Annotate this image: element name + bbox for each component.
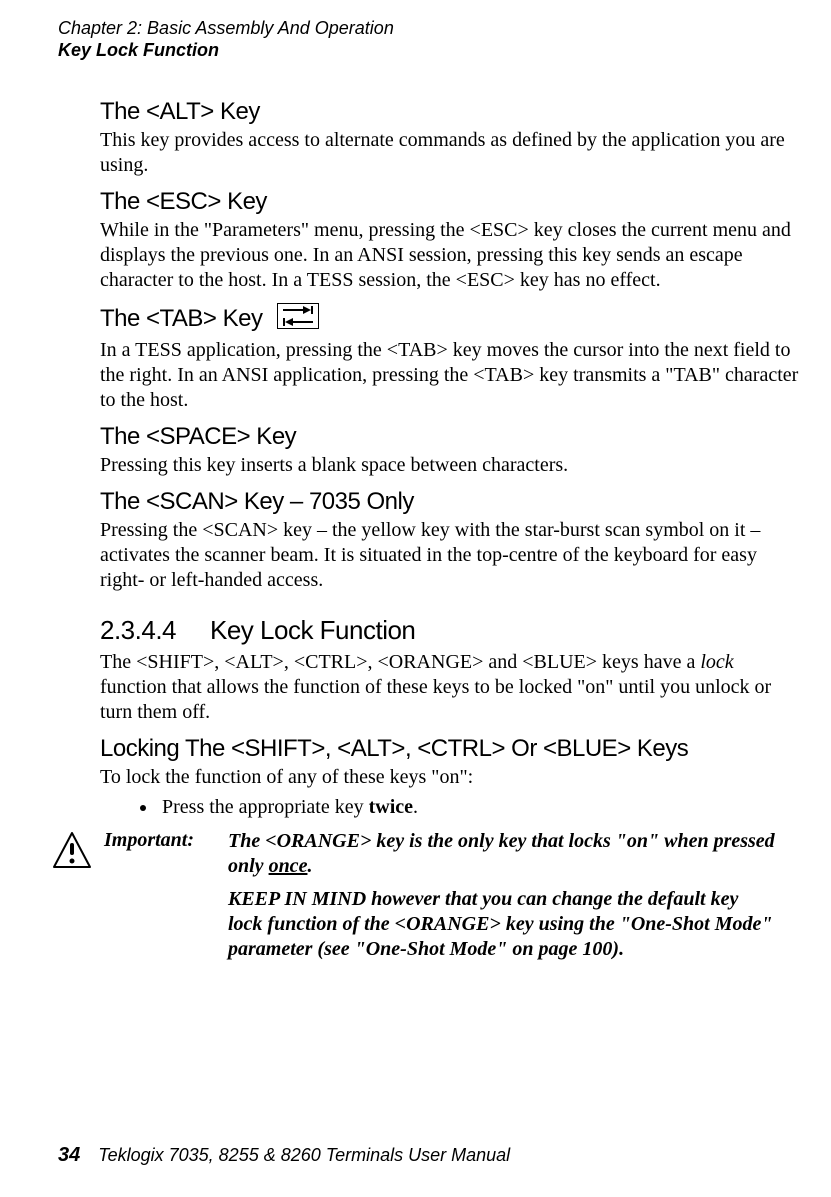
important-note: Important:The <ORANGE> key is the only k… [52, 829, 800, 962]
important-line1-post: . [307, 855, 312, 877]
bullet-pre: Press the appropriate key [162, 796, 369, 818]
keylock-body-italic: lock [700, 651, 733, 673]
keylock-body-post: function that allows the function of the… [100, 676, 771, 723]
body-locking: To lock the function of any of these key… [100, 765, 800, 790]
content-area: The <ALT> Key This key provides access t… [100, 90, 800, 962]
section-title: Key Lock Function [210, 615, 415, 645]
page-number: 34 [58, 1144, 80, 1166]
footer: 34 Teklogix 7035, 8255 & 8260 Terminals U… [58, 1144, 510, 1167]
header-section: Key Lock Function [58, 40, 394, 62]
heading-key-lock-function: 2.3.4.4Key Lock Function [100, 615, 800, 646]
header-chapter: Chapter 2: Basic Assembly And Operation [58, 18, 394, 40]
body-tab-key: In a TESS application, pressing the <TAB… [100, 338, 800, 413]
important-text-1: The <ORANGE> key is the only key that lo… [228, 829, 776, 879]
manual-title: Teklogix 7035, 8255 & 8260 Terminals Use… [98, 1145, 510, 1165]
body-scan-key: Pressing the <SCAN> key – the yellow key… [100, 518, 800, 593]
important-block: Important:The <ORANGE> key is the only k… [104, 829, 800, 962]
heading-scan-key: The <SCAN> Key – 7035 Only [100, 488, 800, 516]
heading-esc-key: The <ESC> Key [100, 188, 800, 216]
keylock-body-pre: The <SHIFT>, <ALT>, <CTRL>, <ORANGE> and… [100, 651, 700, 673]
heading-space-key: The <SPACE> Key [100, 423, 800, 451]
heading-locking-keys: Locking The <SHIFT>, <ALT>, <CTRL> Or <B… [100, 735, 800, 763]
bullet-item: Press the appropriate key twice. [158, 796, 800, 819]
heading-alt-key: The <ALT> Key [100, 98, 800, 126]
heading-tab-key-text: The <TAB> Key [100, 305, 262, 332]
important-line1-under: once [269, 855, 308, 877]
warning-icon [52, 831, 104, 876]
heading-tab-key: The <TAB> Key [100, 303, 800, 336]
bullet-post: . [413, 796, 418, 818]
tab-key-icon [277, 303, 319, 336]
bullet-list: Press the appropriate key twice. [100, 796, 800, 819]
body-esc-key: While in the "Parameters" menu, pressing… [100, 218, 800, 293]
body-alt-key: This key provides access to alternate co… [100, 128, 800, 178]
body-space-key: Pressing this key inserts a blank space … [100, 453, 800, 478]
bullet-bold: twice [369, 796, 413, 818]
running-header: Chapter 2: Basic Assembly And Operation … [58, 18, 394, 61]
section-number: 2.3.4.4 [100, 615, 210, 646]
body-key-lock: The <SHIFT>, <ALT>, <CTRL>, <ORANGE> and… [100, 650, 800, 725]
important-text-2: KEEP IN MIND however that you can change… [228, 887, 776, 962]
page: Chapter 2: Basic Assembly And Operation … [0, 0, 831, 1197]
important-label: Important: [104, 829, 228, 852]
